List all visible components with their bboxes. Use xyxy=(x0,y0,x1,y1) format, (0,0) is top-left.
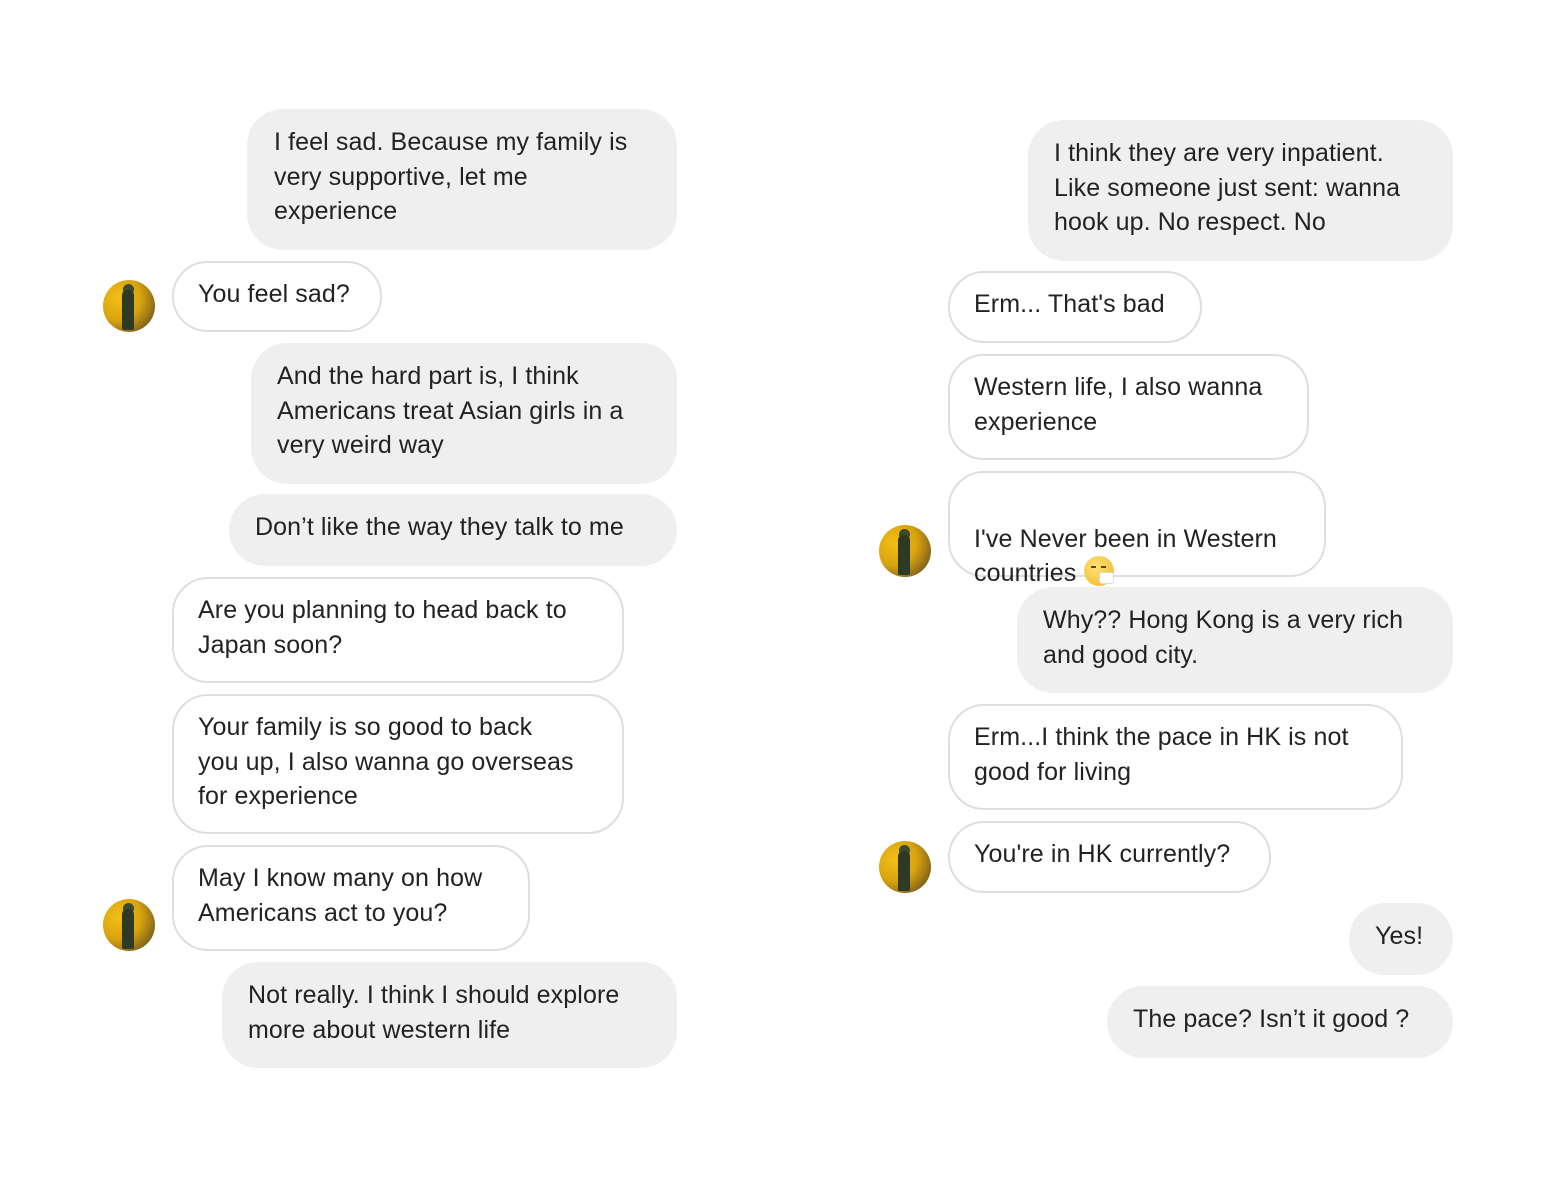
message-bubble-received[interactable]: You're in HK currently? xyxy=(948,821,1271,893)
message-bubble-sent[interactable]: Yes! xyxy=(1349,903,1453,975)
message-bubble-received[interactable]: Erm... That's bad xyxy=(948,271,1202,343)
contact-avatar-icon[interactable] xyxy=(103,899,155,951)
message-bubble-sent[interactable]: And the hard part is, I think Americans … xyxy=(251,343,677,484)
avatar-figure-body xyxy=(122,909,134,949)
message-bubble-sent[interactable]: Not really. I think I should explore mor… xyxy=(222,962,677,1068)
message-bubble-received[interactable]: May I know many on how Americans act to … xyxy=(172,845,530,951)
message-bubble-sent[interactable]: Why?? Hong Kong is a very rich and good … xyxy=(1017,587,1453,693)
message-bubble-received[interactable]: You feel sad? xyxy=(172,261,382,332)
message-bubble-received[interactable]: Erm...I think the pace in HK is not good… xyxy=(948,704,1403,810)
message-bubble-received[interactable]: I've Never been in Western countries xyxy=(948,471,1326,587)
message-bubble-sent[interactable]: I feel sad. Because my family is very su… xyxy=(247,109,677,250)
avatar-figure-body xyxy=(122,290,134,330)
message-bubble-sent[interactable]: Don’t like the way they talk to me xyxy=(229,494,677,566)
contact-avatar-icon[interactable] xyxy=(879,525,931,577)
avatar-figure-body xyxy=(898,851,910,891)
message-bubble-received[interactable]: Your family is so good to back you up, I… xyxy=(172,694,624,834)
message-bubble-received[interactable]: Western life, I also wanna experience xyxy=(948,354,1309,460)
sneezing-face-icon xyxy=(1084,556,1115,586)
avatar-figure-body xyxy=(898,535,910,575)
message-bubble-sent[interactable]: The pace? Isn’t it good ? xyxy=(1107,986,1453,1058)
contact-avatar-icon[interactable] xyxy=(879,841,931,893)
message-bubble-received[interactable]: Are you planning to head back to Japan s… xyxy=(172,577,624,683)
message-bubble-sent[interactable]: I think they are very inpatient. Like so… xyxy=(1028,120,1453,261)
message-text: I've Never been in Western countries xyxy=(974,524,1277,588)
contact-avatar-icon[interactable] xyxy=(103,280,155,332)
